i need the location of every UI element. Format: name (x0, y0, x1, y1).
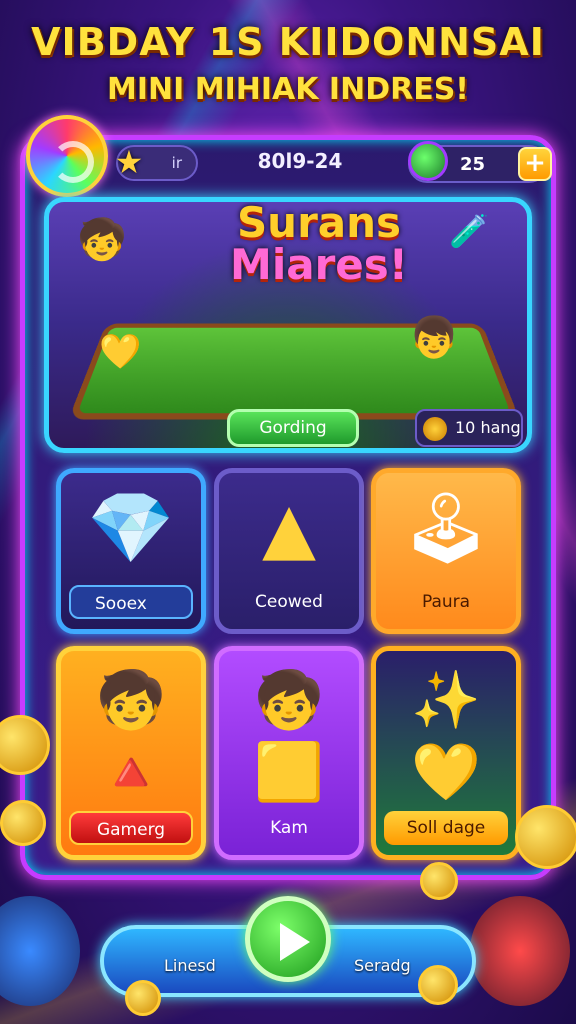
mode-card-label: Soll dage (384, 811, 508, 845)
mode-card-3[interactable]: 🕹 Paura (371, 468, 521, 634)
nav-left-label[interactable]: Linesd (164, 956, 216, 975)
reward-label: 10 hang (455, 418, 521, 437)
hero-banner[interactable]: 🧒 👦 💛 🧪 Surans Miares! Gording 10 hang (44, 197, 532, 453)
hero-title: Surans Miares! (199, 202, 439, 286)
mode-card-label: Paura (421, 592, 471, 612)
hero-title-line2: Miares! (230, 240, 408, 289)
coin-icon (0, 800, 46, 846)
pyramid-gem-icon: ▲ (262, 487, 316, 569)
mode-card-5[interactable]: 🧒 🟨 Kam (214, 646, 364, 860)
gold-gem-icon: 💛 (99, 332, 142, 372)
add-currency-button[interactable]: + (518, 147, 552, 181)
coin-icon (423, 417, 447, 441)
score-display: 80l9-24 (257, 149, 343, 173)
mode-card-label: Ceowed (255, 592, 323, 612)
bottom-nav: Linesd Seradg (0, 890, 576, 1024)
player-label: ir (171, 154, 182, 172)
left-cannon-icon (0, 896, 80, 1006)
purple-jar-icon: 🧪 (449, 212, 489, 250)
kid-character-icon: 🧒 (77, 217, 127, 263)
game-logo-icon[interactable] (26, 115, 108, 197)
mode-card-label: Gamerg (69, 811, 193, 845)
cube-icon: 🧒 🟨 (254, 668, 324, 805)
gem-currency-icon (408, 141, 448, 181)
nav-right-label[interactable]: Seradg (354, 956, 411, 975)
star-icon: ★ (114, 143, 144, 181)
mode-card-label: Sooex (69, 585, 193, 619)
mode-card-label: Kam (270, 818, 308, 838)
start-button[interactable]: Gording (227, 409, 359, 447)
gem-icon: 💎 (87, 487, 175, 569)
coin-icon (515, 805, 576, 869)
coin-icon (420, 862, 458, 900)
coin-icon (418, 965, 458, 1005)
headline-subtitle: MINI MIHIAK INDRES! (107, 72, 469, 107)
arcade-machine-icon: 🕹 (401, 487, 491, 569)
mode-card-1[interactable]: 💎 Sooex (56, 468, 206, 634)
coin-icon (125, 980, 161, 1016)
play-button[interactable] (245, 896, 331, 982)
mode-card-4[interactable]: 🧒 🔺 Gamerg (56, 646, 206, 860)
party-room-icon: ✨ 💛 (411, 668, 481, 805)
mode-card-6[interactable]: ✨ 💛 Soll dage (371, 646, 521, 860)
kids-gems-icon: 🧒 🔺 (96, 668, 166, 805)
mode-card-2[interactable]: ▲ Ceowed (214, 468, 364, 634)
right-cannon-icon (470, 896, 570, 1006)
currency-count: 25 (460, 153, 486, 175)
reward-pill[interactable]: 10 hang (415, 409, 523, 447)
kid-character-icon: 👦 (409, 315, 459, 361)
headline-title: VIBDAY 1S KIIDONNSAI (31, 20, 545, 64)
